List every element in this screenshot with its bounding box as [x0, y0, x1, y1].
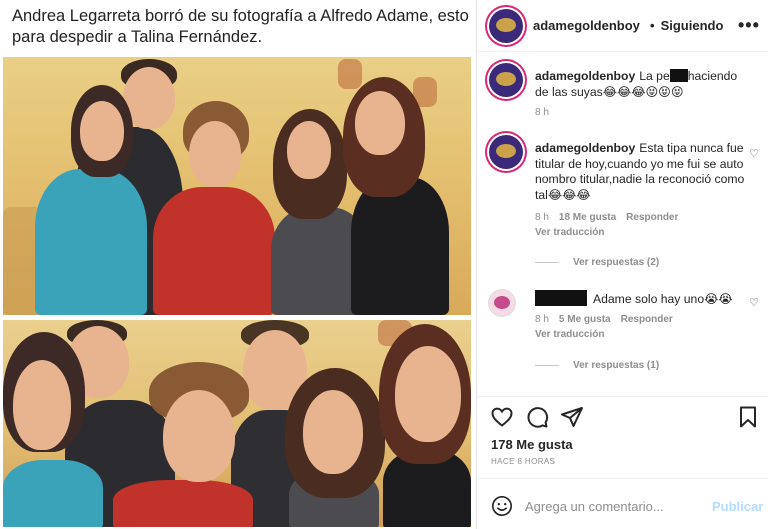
add-comment-bar: Publicar — [477, 478, 768, 529]
avatar[interactable] — [489, 63, 523, 97]
comment-meta: 8 h 18 Me gusta Responder — [535, 212, 688, 223]
see-translation-link[interactable]: Ver traducción — [535, 227, 604, 238]
comment-meta: 8 h — [535, 107, 559, 118]
comment-time: 8 h — [535, 107, 549, 118]
comment-username[interactable]: adamegoldenboy — [535, 141, 635, 155]
view-replies-label: Ver respuestas (2) — [573, 257, 660, 268]
photo-original — [3, 57, 471, 315]
publish-button[interactable]: Publicar — [712, 499, 763, 514]
redaction-box — [669, 69, 688, 82]
view-replies-link[interactable]: Ver respuestas (2) — [535, 257, 659, 268]
comments-list: adamegoldenboy La pe haciendo de las suyas… — [477, 53, 768, 396]
post-header: adamegoldenboy • Siguiendo ••• — [477, 0, 768, 52]
comment-text-start: La pe — [639, 69, 670, 83]
avatar[interactable] — [489, 290, 515, 316]
comment-input[interactable] — [525, 493, 705, 519]
comment-likes[interactable]: 5 Me gusta — [559, 314, 611, 325]
share-send-icon[interactable] — [560, 405, 584, 429]
post-timestamp: HACE 8 HORAS — [491, 457, 556, 466]
divider-line — [535, 364, 559, 366]
comment-bubble-icon[interactable] — [525, 405, 549, 429]
following-label: Siguiendo — [660, 18, 724, 33]
comment-body: Adame solo hay uno😭😭 — [535, 290, 751, 308]
set-decoration — [338, 59, 362, 89]
comment-username[interactable]: adamegoldenboy — [535, 69, 635, 83]
avatar[interactable] — [489, 135, 523, 169]
emoji-icon[interactable] — [491, 495, 513, 517]
like-heart-icon[interactable] — [490, 405, 514, 429]
divider-line — [535, 261, 559, 263]
post-actions — [477, 396, 768, 436]
like-count[interactable]: 178 Me gusta — [491, 437, 573, 452]
comment-body: adamegoldenboy La pe haciendo de las suyas… — [535, 69, 751, 100]
like-comment-icon[interactable]: ♡ — [749, 296, 759, 309]
follow-status[interactable]: • Siguiendo — [650, 18, 723, 33]
reply-button[interactable]: Responder — [626, 212, 678, 223]
comment-time: 8 h — [535, 314, 549, 325]
view-replies-label: Ver respuestas (1) — [573, 360, 660, 371]
avatar[interactable] — [489, 9, 523, 43]
photo-edited — [3, 320, 471, 527]
redacted-username — [535, 290, 587, 306]
instagram-post-panel: adamegoldenboy • Siguiendo ••• adamegolde… — [476, 0, 768, 529]
news-caption: Andrea Legarreta borró de su fotografía … — [12, 7, 469, 46]
comment-time: 8 h — [535, 212, 549, 223]
more-options-icon[interactable]: ••• — [738, 15, 760, 36]
see-translation-link[interactable]: Ver traducción — [535, 329, 604, 340]
separator-dot: • — [650, 18, 655, 33]
view-replies-link[interactable]: Ver respuestas (1) — [535, 360, 659, 371]
news-collage: Andrea Legarreta borró de su fotografía … — [0, 0, 476, 529]
bookmark-icon[interactable] — [736, 405, 760, 429]
comment-body: adamegoldenboy Esta tipa nunca fue titula… — [535, 141, 751, 203]
comment-meta: 8 h 5 Me gusta Responder — [535, 314, 683, 325]
header-username[interactable]: adamegoldenboy — [533, 18, 640, 33]
like-comment-icon[interactable]: ♡ — [749, 147, 759, 160]
comment-likes[interactable]: 18 Me gusta — [559, 212, 616, 223]
comment-text: Adame solo hay uno😭😭 — [593, 292, 733, 306]
reply-button[interactable]: Responder — [621, 314, 673, 325]
